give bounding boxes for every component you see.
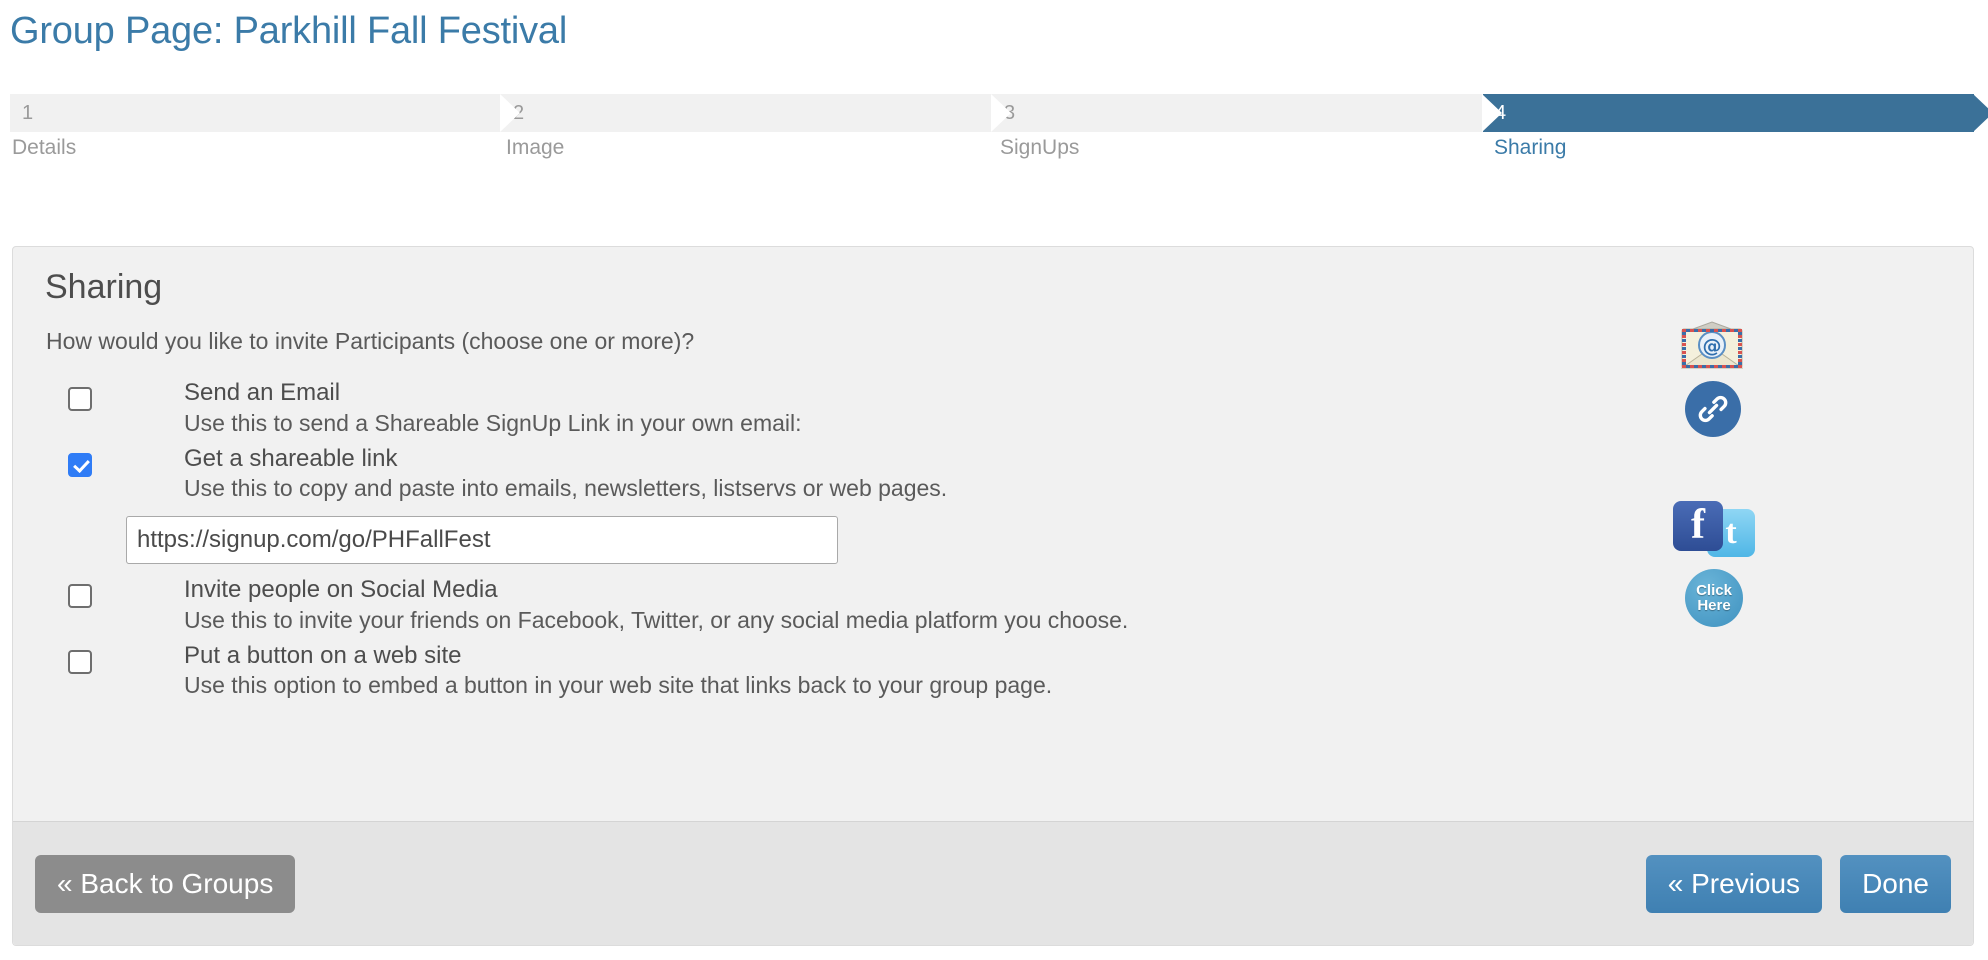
checkbox-shareable-link[interactable] [68,452,92,477]
wizard-step-label-signups[interactable]: SignUps [986,136,1480,166]
wizard-step-1-number: 1 [22,102,34,124]
wizard-step-1[interactable]: 1 [10,94,501,132]
click-here-badge-icon: Click Here [1685,569,1743,627]
share-option-send-email-desc: Use this to send a Shareable SignUp Link… [184,409,802,436]
share-options-list: Send an Email Use this to send a Shareab… [46,377,1945,699]
wizard-step-label-image[interactable]: Image [492,136,986,166]
sharing-panel-body: Sharing How would you like to invite Par… [13,247,1973,821]
share-option-send-email-text: Send an Email Use this to send a Shareab… [184,377,802,436]
done-button[interactable]: Done [1840,854,1951,913]
panel-question: How would you like to invite Participant… [46,328,695,355]
panel-heading: Sharing [45,268,163,306]
share-option-social-media-text: Invite people on Social Media Use this t… [184,574,1128,633]
sharing-panel: Sharing How would you like to invite Par… [12,246,1974,946]
wizard-step-label-sharing[interactable]: Sharing [1480,136,1974,166]
checkbox-website-button[interactable] [68,649,92,674]
wizard-step-3-number: 3 [1004,102,1016,124]
shareable-link-input[interactable] [126,516,838,565]
share-option-shareable-link-title: Get a shareable link [184,444,398,472]
wizard-step-2-number: 2 [513,102,525,124]
wizard-step-bar: 1 2 3 4 [10,94,1974,132]
page-title: Group Page: Parkhill Fall Festival [10,10,568,52]
panel-footer: « Back to Groups « Previous Done [13,821,1973,945]
wizard-step-4-number: 4 [1495,102,1507,124]
wizard-step-labels: Details Image SignUps Sharing [10,136,1974,166]
share-option-shareable-link[interactable]: Get a shareable link Use this to copy an… [46,443,1945,502]
share-option-social-media-desc: Use this to invite your friends on Faceb… [184,606,1129,633]
facebook-icon: f [1673,501,1723,551]
share-option-social-media-title: Invite people on Social Media [184,576,498,604]
share-option-shareable-link-text: Get a shareable link Use this to copy an… [184,443,947,502]
share-option-send-email-title: Send an Email [184,379,341,407]
click-here-line1: Click [1696,582,1732,599]
wizard-step-2[interactable]: 2 [501,94,992,132]
footer-right-buttons: « Previous Done [1645,854,1951,913]
checkbox-send-email[interactable] [68,387,92,412]
previous-button[interactable]: « Previous [1645,854,1823,913]
envelope-at-icon: @ [1680,321,1744,374]
link-circle-icon [1685,381,1741,437]
back-to-groups-button[interactable]: « Back to Groups [35,854,296,913]
facebook-twitter-icon: t f [1673,501,1757,557]
wizard-step-4[interactable]: 4 [1483,94,1974,132]
share-option-website-button[interactable]: Put a button on a web site Use this opti… [46,640,1945,699]
click-here-line2: Here [1697,597,1731,614]
share-option-send-email[interactable]: Send an Email Use this to send a Shareab… [46,377,1945,436]
share-option-website-button-desc: Use this option to embed a button in you… [184,672,1053,699]
group-page-sharing-screen: Group Page: Parkhill Fall Festival 1 2 3… [0,0,1988,960]
share-option-social-media[interactable]: Invite people on Social Media Use this t… [46,574,1945,633]
share-option-website-button-title: Put a button on a web site [184,641,462,669]
share-option-website-button-text: Put a button on a web site Use this opti… [184,640,1052,699]
checkbox-social-media[interactable] [68,584,92,609]
wizard-step-label-details[interactable]: Details [10,136,492,166]
share-option-shareable-link-desc: Use this to copy and paste into emails, … [184,475,948,502]
svg-text:@: @ [1703,335,1722,357]
wizard-step-3[interactable]: 3 [992,94,1483,132]
